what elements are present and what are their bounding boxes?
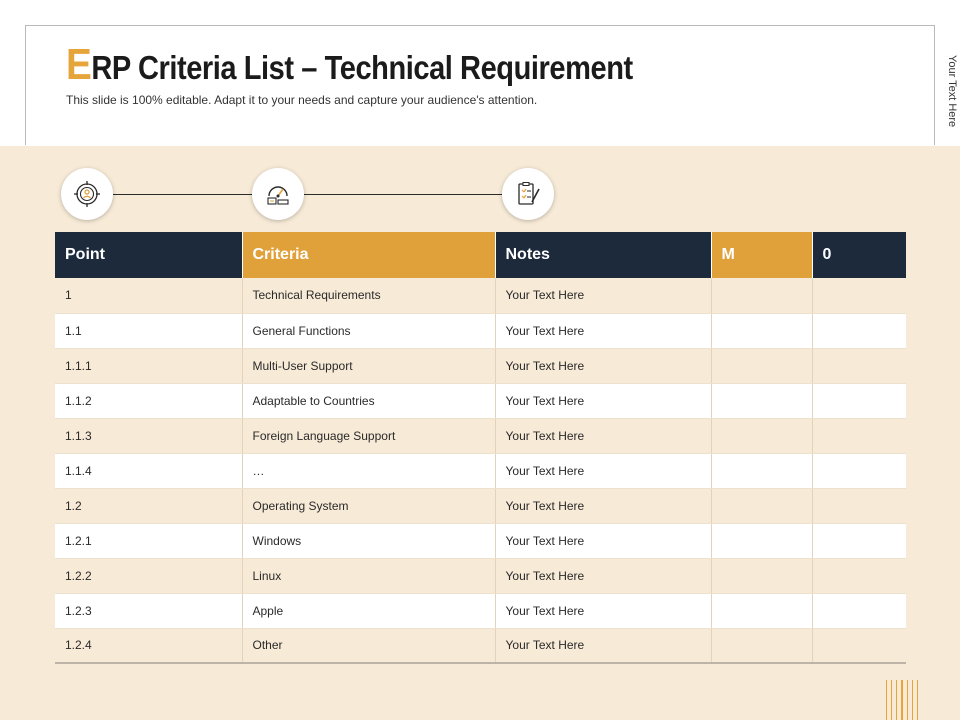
cell-zero xyxy=(812,313,906,349)
cell-criteria: Other xyxy=(242,628,496,664)
cell-point: 1.1.4 xyxy=(55,453,243,489)
cell-m xyxy=(711,348,813,384)
table-row: 1.1 General Functions Your Text Here xyxy=(55,313,906,349)
target-person-icon xyxy=(61,168,113,220)
table-row: 1.2 Operating System Your Text Here xyxy=(55,488,906,524)
table-row: 1.2.3 Apple Your Text Here xyxy=(55,593,906,629)
cell-notes: Your Text Here xyxy=(495,278,712,314)
cell-notes: Your Text Here xyxy=(495,593,712,629)
header-0: 0 xyxy=(812,232,906,278)
cell-criteria: Technical Requirements xyxy=(242,278,496,314)
header-m: M xyxy=(711,232,813,278)
table-row: 1.1.2 Adaptable to Countries Your Text Her… xyxy=(55,383,906,419)
header-notes: Notes xyxy=(495,232,712,278)
table-row: 1.1.4… Your Text Here xyxy=(55,453,906,489)
cell-m xyxy=(711,418,813,454)
cell-zero xyxy=(812,418,906,454)
cell-criteria: General Functions xyxy=(242,313,496,349)
cell-point: 1 xyxy=(55,278,243,314)
cell-zero xyxy=(812,383,906,419)
table-row: 1.1.3 Foreign Language Support Your Text H… xyxy=(55,418,906,454)
cell-notes: Your Text Here xyxy=(495,628,712,664)
cell-m xyxy=(711,593,813,629)
cell-point: 1.2.2 xyxy=(55,558,243,594)
cell-point: 1.2.4 xyxy=(55,628,243,664)
cell-point: 1.1 xyxy=(55,313,243,349)
table-row: 1.2.2 Linux Your Text Here xyxy=(55,558,906,594)
cell-m xyxy=(711,628,813,664)
cell-notes: Your Text Here xyxy=(495,418,712,454)
cell-zero xyxy=(812,628,906,664)
cell-m xyxy=(711,383,813,419)
cell-m xyxy=(711,313,813,349)
table-header-row: Point Criteria Notes M 0 xyxy=(55,232,906,278)
cell-notes: Your Text Here xyxy=(495,558,712,594)
table-row: 1.2.4 Other Your Text Here xyxy=(55,628,906,664)
table-row: 1.2.1 Windows Your Text Here xyxy=(55,523,906,559)
cell-criteria: Linux xyxy=(242,558,496,594)
cell-criteria: … xyxy=(242,453,496,489)
cell-criteria: Windows xyxy=(242,523,496,559)
cell-criteria: Foreign Language Support xyxy=(242,418,496,454)
cell-notes: Your Text Here xyxy=(495,453,712,489)
cell-notes: Your Text Here xyxy=(495,383,712,419)
cell-zero xyxy=(812,348,906,384)
criteria-table: Point Criteria Notes M 0 1 Technical Requ… xyxy=(55,232,906,664)
header-criteria: Criteria xyxy=(242,232,496,278)
cell-m xyxy=(711,558,813,594)
cell-zero xyxy=(812,558,906,594)
subtitle: This slide is 100% editable. Adapt it to… xyxy=(66,93,538,107)
table-row: 1.1.1 Multi-User Support Your Text Here xyxy=(55,348,906,384)
cell-notes: Your Text Here xyxy=(495,523,712,559)
cell-point: 1.1.2 xyxy=(55,383,243,419)
cell-m xyxy=(711,488,813,524)
cell-point: 1.1.3 xyxy=(55,418,243,454)
cell-criteria: Operating System xyxy=(242,488,496,524)
cell-criteria: Multi-User Support xyxy=(242,348,496,384)
timeline-connector xyxy=(304,194,502,195)
cell-notes: Your Text Here xyxy=(495,348,712,384)
header-point: Point xyxy=(55,232,243,278)
cell-m xyxy=(711,278,813,314)
gauge-icon xyxy=(252,168,304,220)
cell-m xyxy=(711,523,813,559)
cell-zero xyxy=(812,488,906,524)
side-caption: Your Text Here xyxy=(946,55,958,128)
title-first-letter: E xyxy=(66,40,92,89)
cell-point: 1.2 xyxy=(55,488,243,524)
page-title: ERP Criteria List – Technical Requiremen… xyxy=(66,40,633,90)
cell-criteria: Apple xyxy=(242,593,496,629)
cell-m xyxy=(711,453,813,489)
cell-zero xyxy=(812,593,906,629)
cell-notes: Your Text Here xyxy=(495,488,712,524)
cell-notes: Your Text Here xyxy=(495,313,712,349)
cell-point: 1.1.1 xyxy=(55,348,243,384)
checklist-pen-icon xyxy=(502,168,554,220)
cell-zero xyxy=(812,278,906,314)
table-row: 1 Technical Requirements Your Text Here xyxy=(55,278,906,314)
cell-point: 1.2.3 xyxy=(55,593,243,629)
cell-point: 1.2.1 xyxy=(55,523,243,559)
cell-zero xyxy=(812,453,906,489)
cell-criteria: Adaptable to Countries xyxy=(242,383,496,419)
decorative-stripes xyxy=(886,680,918,720)
timeline-connector xyxy=(113,194,253,195)
title-rest: RP Criteria List – Technical Requirement xyxy=(91,49,633,86)
cell-zero xyxy=(812,523,906,559)
